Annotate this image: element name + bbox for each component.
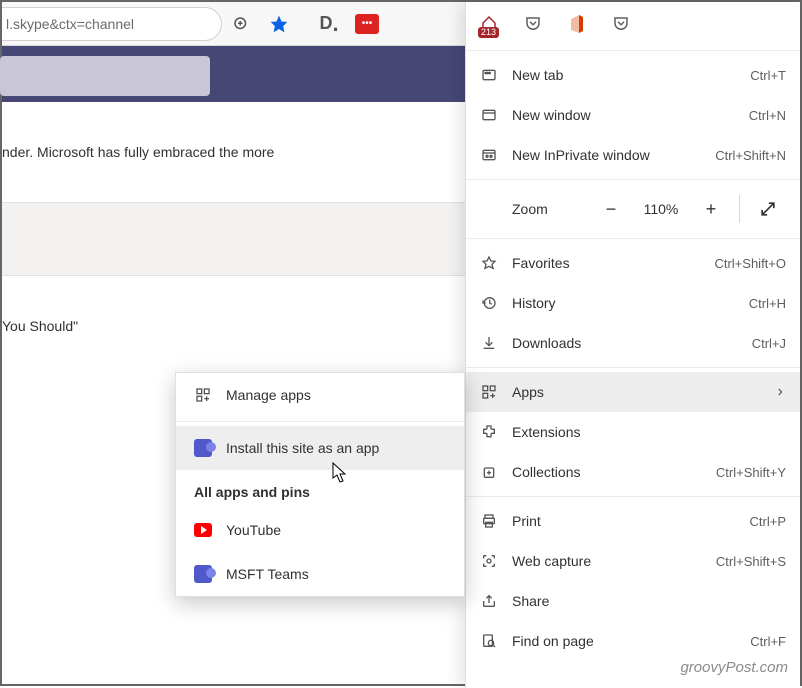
submenu-app-teams[interactable]: MSFT Teams	[176, 552, 464, 596]
favorites-icon	[480, 254, 498, 272]
pinned-row: 213	[466, 2, 800, 46]
menu-favorites[interactable]: Favorites Ctrl+Shift+O	[466, 243, 800, 283]
settings-menu: 213 New tab Ctrl+T New window Ctrl+N New…	[465, 2, 800, 688]
url-text: l.skype&ctx=channel	[6, 16, 134, 32]
dictionary-extension-icon[interactable]: D.	[310, 7, 348, 41]
lastpass-extension-icon[interactable]: •••	[348, 7, 386, 41]
menu-history[interactable]: History Ctrl+H	[466, 283, 800, 323]
menu-collections[interactable]: Collections Ctrl+Shift+Y	[466, 452, 800, 492]
menu-zoom: Zoom − 110% +	[466, 184, 800, 234]
menu-downloads[interactable]: Downloads Ctrl+J	[466, 323, 800, 363]
share-icon	[480, 592, 498, 610]
address-bar[interactable]: l.skype&ctx=channel	[2, 7, 222, 41]
menu-extensions[interactable]: Extensions	[466, 412, 800, 452]
find-icon	[480, 632, 498, 650]
zoom-value: 110%	[637, 201, 685, 217]
menu-print[interactable]: Print Ctrl+P	[466, 501, 800, 541]
watermark: groovyPost.com	[680, 659, 788, 676]
apps-icon	[480, 383, 498, 401]
youtube-icon	[194, 521, 212, 539]
apps-submenu: Manage apps Install this site as an app …	[175, 372, 465, 597]
inprivate-icon	[480, 146, 498, 164]
submenu-install-site[interactable]: Install this site as an app	[176, 426, 464, 470]
menu-web-capture[interactable]: Web capture Ctrl+Shift+S	[466, 541, 800, 581]
favorite-star-icon[interactable]	[260, 7, 298, 41]
teams-icon	[194, 439, 212, 457]
menu-find[interactable]: Find on page Ctrl+F	[466, 621, 800, 661]
zoom-out-button[interactable]: −	[593, 191, 629, 227]
teams-icon	[194, 565, 212, 583]
submenu-app-youtube[interactable]: YouTube	[176, 508, 464, 552]
readaloud-or-zoom-icon[interactable]	[222, 7, 260, 41]
office-pin-icon[interactable]	[566, 13, 588, 35]
history-icon	[480, 294, 498, 312]
chevron-right-icon	[774, 384, 786, 400]
new-tab-icon	[480, 66, 498, 84]
menu-new-inprivate[interactable]: New InPrivate window Ctrl+Shift+N	[466, 135, 800, 175]
teams-tab[interactable]	[0, 56, 210, 96]
downloads-icon	[480, 334, 498, 352]
apps-icon	[194, 386, 212, 404]
submenu-manage-apps[interactable]: Manage apps	[176, 373, 464, 417]
submenu-heading: All apps and pins	[176, 470, 464, 508]
menu-share[interactable]: Share	[466, 581, 800, 621]
pocket-pin-icon-2[interactable]	[610, 13, 632, 35]
extensions-icon	[480, 423, 498, 441]
collections-icon	[480, 463, 498, 481]
menu-new-window[interactable]: New window Ctrl+N	[466, 95, 800, 135]
calendar-pin-icon[interactable]: 213	[478, 13, 500, 35]
menu-new-tab[interactable]: New tab Ctrl+T	[466, 55, 800, 95]
pocket-pin-icon-1[interactable]	[522, 13, 544, 35]
print-icon	[480, 512, 498, 530]
new-window-icon	[480, 106, 498, 124]
menu-apps[interactable]: Apps	[466, 372, 800, 412]
fullscreen-button[interactable]	[750, 191, 786, 227]
web-capture-icon	[480, 552, 498, 570]
zoom-in-button[interactable]: +	[693, 191, 729, 227]
